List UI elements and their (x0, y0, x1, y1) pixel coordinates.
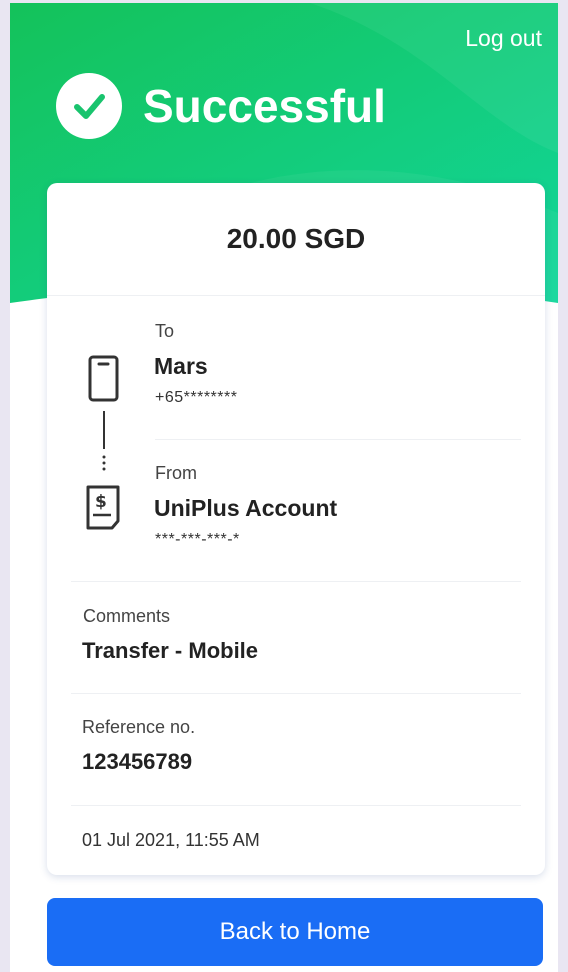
source-account-number: ***-***-***-* (155, 531, 240, 548)
app-screen: Log out Successful 20.00 SGD $ To Mars +… (10, 3, 558, 972)
logout-link[interactable]: Log out (465, 25, 542, 52)
from-label: From (155, 463, 197, 483)
svg-text:$: $ (95, 492, 107, 512)
check-circle-icon (56, 73, 122, 139)
back-to-home-button[interactable]: Back to Home (47, 898, 543, 966)
status-title: Successful (143, 80, 386, 132)
reference-label: Reference no. (82, 717, 196, 737)
source-account-name: UniPlus Account (154, 495, 338, 521)
divider (47, 295, 545, 296)
divider (155, 439, 521, 440)
comments-label: Comments (83, 606, 171, 626)
transfer-amount: 20.00 SGD (226, 223, 366, 254)
mobile-phone-icon (88, 355, 119, 402)
recipient-name: Mars (154, 353, 208, 379)
status-header: Successful (56, 73, 386, 139)
account-document-icon: $ (86, 485, 120, 530)
divider (71, 805, 521, 806)
recipient-number: +65******** (155, 389, 238, 406)
reference-value: 123456789 (82, 749, 193, 774)
connector-line (102, 411, 106, 471)
to-label: To (155, 321, 175, 341)
comments-value: Transfer - Mobile (82, 638, 259, 663)
divider (71, 581, 521, 582)
transfer-receipt-card: 20.00 SGD $ To Mars +65******** From Uni… (47, 183, 545, 875)
divider (71, 693, 521, 694)
transaction-datetime: 01 Jul 2021, 11:55 AM (82, 830, 260, 850)
